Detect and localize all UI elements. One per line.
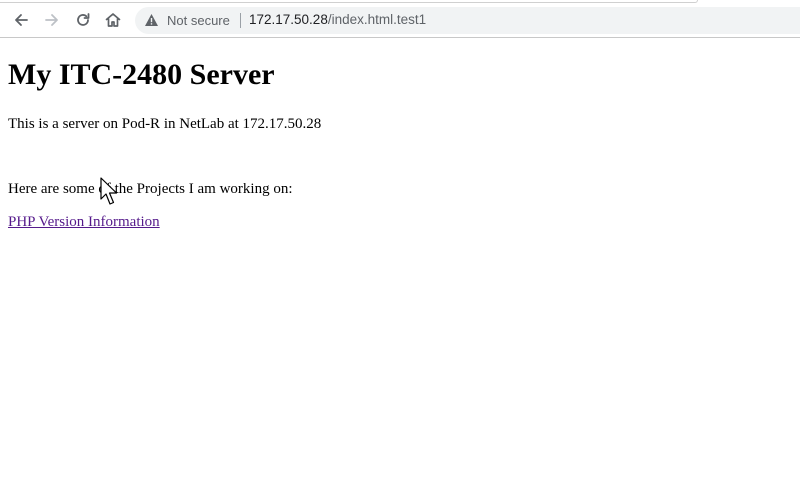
projects-intro: Here are some of the Projects I am worki… bbox=[8, 181, 293, 197]
url-path: /index.html.test1 bbox=[327, 12, 427, 27]
page-title: My ITC-2480 Server bbox=[8, 58, 275, 91]
home-icon bbox=[105, 13, 121, 27]
url-host: 172.17.50.28 bbox=[249, 12, 328, 27]
browser-toolbar: Not secure 172.17.50.28/index.html.test1 bbox=[0, 0, 800, 38]
arrow-left-icon bbox=[15, 14, 28, 26]
php-info-link[interactable]: PHP Version Information bbox=[8, 214, 160, 230]
reload-icon bbox=[77, 13, 90, 26]
url-text[interactable]: 172.17.50.28/index.html.test1 bbox=[249, 12, 426, 27]
reload-button[interactable] bbox=[71, 8, 95, 32]
back-button[interactable] bbox=[9, 8, 33, 32]
arrow-right-icon bbox=[45, 14, 58, 26]
security-status-label[interactable]: Not secure bbox=[167, 13, 230, 28]
mouse-cursor-icon bbox=[100, 177, 118, 205]
server-description: This is a server on Pod-R in NetLab at 1… bbox=[8, 116, 322, 132]
forward-button[interactable] bbox=[40, 8, 64, 32]
omnibox-divider bbox=[240, 13, 241, 28]
home-button[interactable] bbox=[101, 8, 125, 32]
link-paragraph: PHP Version Information bbox=[8, 214, 160, 231]
address-bar[interactable]: Not secure 172.17.50.28/index.html.test1 bbox=[135, 7, 800, 34]
tab-strip-edge bbox=[0, 0, 698, 3]
warning-triangle-icon[interactable] bbox=[144, 13, 159, 27]
